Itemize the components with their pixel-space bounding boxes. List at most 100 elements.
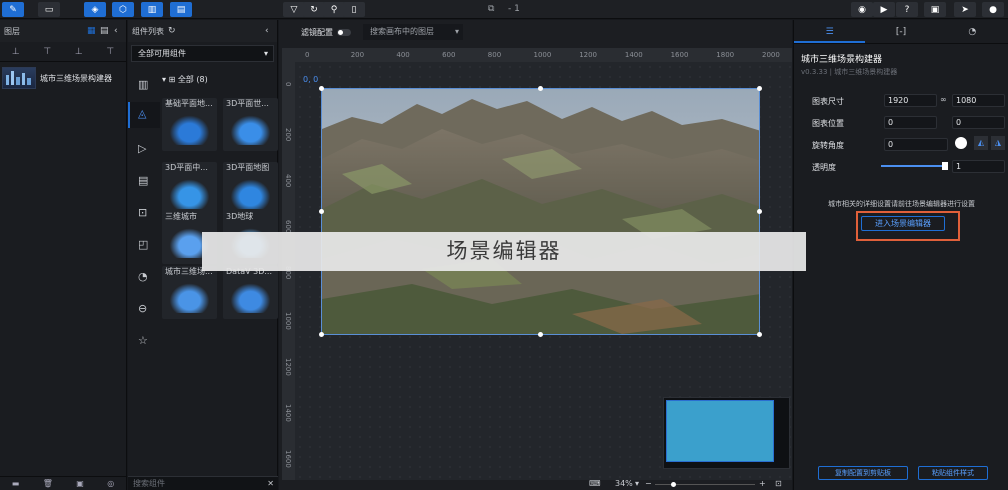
opacity-slider[interactable] (881, 165, 945, 167)
edit-icon[interactable]: ✎ (2, 2, 24, 17)
enter-editor-button[interactable]: 进入场景编辑器 (861, 216, 945, 231)
component-tile[interactable]: 城市三维场... (162, 266, 217, 319)
keyboard-icon[interactable]: ⌨ (589, 479, 601, 488)
other-category-icon[interactable]: ◔ (138, 270, 148, 283)
ruler-tick-label: 1000 (533, 51, 552, 59)
copy-config-button[interactable]: 复制配置到剪贴板 (818, 466, 908, 480)
sliders-icon: ☰ (825, 27, 834, 37)
publish-icon[interactable]: ▣ (924, 2, 946, 17)
delete-icon[interactable]: 🗑 (43, 479, 53, 488)
zoom-out-icon[interactable]: − (645, 479, 652, 488)
folder-icon[interactable]: ▬ (12, 479, 20, 488)
ruler-corner (282, 48, 295, 62)
opacity-slider-thumb[interactable] (942, 162, 948, 170)
link-icon[interactable]: ∞ (940, 95, 947, 104)
height-input[interactable]: 1080 (952, 94, 1005, 107)
fit-screen-icon[interactable]: ⊡ (775, 479, 782, 488)
paste-style-button[interactable]: 粘贴组件样式 (918, 466, 988, 480)
resize-handle[interactable] (319, 209, 324, 214)
pos-x-input[interactable]: 0 (884, 116, 937, 129)
filter-toggle[interactable] (337, 28, 351, 36)
ruler-tick-label: 1200 (284, 358, 292, 376)
refresh-components-icon[interactable]: ↻ (168, 26, 176, 36)
grid-view-icon[interactable]: ▦ (87, 26, 96, 36)
filter-icon[interactable]: ▽ (283, 2, 305, 17)
minus-category-icon[interactable]: ⊖ (138, 302, 147, 315)
tab-config[interactable]: ☰ (794, 20, 866, 43)
favorite-category-icon[interactable]: ☆ (138, 334, 148, 347)
send-icon[interactable]: ➤ (954, 2, 976, 17)
layers-toggle-icon[interactable]: ◈ (84, 2, 106, 17)
ruler-tick-label: 0 (305, 51, 310, 59)
zoom-in-icon[interactable]: + (759, 479, 766, 488)
resize-handle[interactable] (757, 332, 762, 337)
component-tile[interactable]: 3D平面地图 (223, 162, 278, 215)
visibility-icon[interactable]: ◎ (107, 479, 114, 488)
flip-horizontal-icon[interactable]: ◭ (974, 136, 988, 150)
component-thumbnail (168, 282, 211, 313)
text-category-icon[interactable]: ▤ (138, 174, 148, 187)
ruler-tick-label: 1600 (284, 450, 292, 468)
resize-handle[interactable] (319, 86, 324, 91)
ruler-tick-label: 400 (284, 174, 292, 188)
flip-vertical-icon[interactable]: ◮ (991, 136, 1005, 150)
component-tile[interactable]: 3D平面世... (223, 98, 278, 151)
save-icon[interactable]: ▭ (38, 2, 60, 17)
lock-icon[interactable]: ▣ (76, 479, 84, 488)
interaction-category-icon[interactable]: ◰ (138, 238, 148, 251)
pin-icon[interactable]: ⚲ (323, 2, 345, 17)
map-category-icon[interactable]: ◬ (138, 107, 146, 120)
rotation-input[interactable]: 0 (884, 138, 948, 151)
camera-icon[interactable]: ◉ (851, 2, 873, 17)
component-search-input[interactable]: 搜索组件 ✕ (128, 476, 278, 490)
collapse-left-icon[interactable]: ‹ (114, 26, 118, 36)
layer-search-select[interactable]: 搜索画布中的图层 ▾ (363, 24, 463, 40)
help-icon[interactable]: ? (896, 2, 918, 17)
move-bottom-icon[interactable]: ⊤ (106, 47, 114, 57)
components-toggle-icon[interactable]: ⬡ (112, 2, 134, 17)
component-filter-select[interactable]: 全部可用组件 ▾ (131, 45, 274, 62)
pos-y-input[interactable]: 0 (952, 116, 1005, 129)
zoom-value[interactable]: 34% (615, 479, 633, 488)
tab-interaction[interactable]: ◔ (937, 20, 1008, 43)
toolbox-toggle-icon[interactable]: ▤ (170, 2, 192, 17)
media-category-icon[interactable]: ▷ (138, 142, 146, 155)
scene-component[interactable] (321, 88, 760, 335)
user-icon[interactable]: ● (982, 2, 1004, 17)
component-tile[interactable]: 3D平面中... (162, 162, 217, 215)
frame-category-icon[interactable]: ⊡ (138, 206, 147, 219)
component-tile[interactable]: 基础平面地... (162, 98, 217, 151)
rotation-dial[interactable] (955, 137, 967, 149)
list-view-icon[interactable]: ▤ (100, 26, 109, 36)
chevron-down-icon[interactable]: ▾ (635, 479, 639, 488)
width-input[interactable]: 1920 (884, 94, 937, 107)
panel-toggle-icon[interactable]: ▥ (141, 2, 163, 17)
move-down-icon[interactable]: ⊥ (75, 47, 83, 57)
apps-icon: ⊞ (168, 75, 176, 84)
component-tile[interactable]: DataV 3D... (223, 266, 278, 319)
resize-handle[interactable] (319, 332, 324, 337)
zoom-slider[interactable] (655, 484, 755, 485)
collapse-components-icon[interactable]: ‹ (265, 26, 269, 36)
category-header[interactable]: ▾ ⊞ 全部 (8) (162, 74, 208, 85)
layer-footer: ▬ 🗑 ▣ ◎ (0, 476, 126, 490)
refresh-icon[interactable]: ↻ (303, 2, 325, 17)
resize-handle[interactable] (538, 86, 543, 91)
tab-data[interactable]: [-] (865, 20, 936, 43)
minimap[interactable] (663, 397, 790, 469)
layer-item[interactable]: 城市三维场景构建器 (0, 64, 126, 92)
canvas-toolbar: 滤镜配置 搜索画布中的图层 ▾ (279, 20, 792, 44)
move-up-icon[interactable]: ⊥ (12, 47, 20, 57)
mobile-icon[interactable]: ▯ (343, 2, 365, 17)
minimap-viewport[interactable] (666, 400, 774, 462)
opacity-input[interactable]: 1 (952, 160, 1005, 173)
resize-handle[interactable] (757, 86, 762, 91)
chart-category-icon[interactable]: ▥ (138, 78, 148, 91)
resize-handle[interactable] (538, 332, 543, 337)
preview-icon[interactable]: ▶ (873, 2, 895, 17)
horizontal-ruler: 0 200 400 600 800 1000 1200 1400 1600 1800 2000 (295, 48, 792, 62)
close-icon[interactable]: ✕ (267, 477, 274, 490)
zoom-slider-thumb[interactable] (671, 482, 676, 487)
resize-handle[interactable] (757, 209, 762, 214)
move-top-icon[interactable]: ⊤ (43, 47, 51, 57)
